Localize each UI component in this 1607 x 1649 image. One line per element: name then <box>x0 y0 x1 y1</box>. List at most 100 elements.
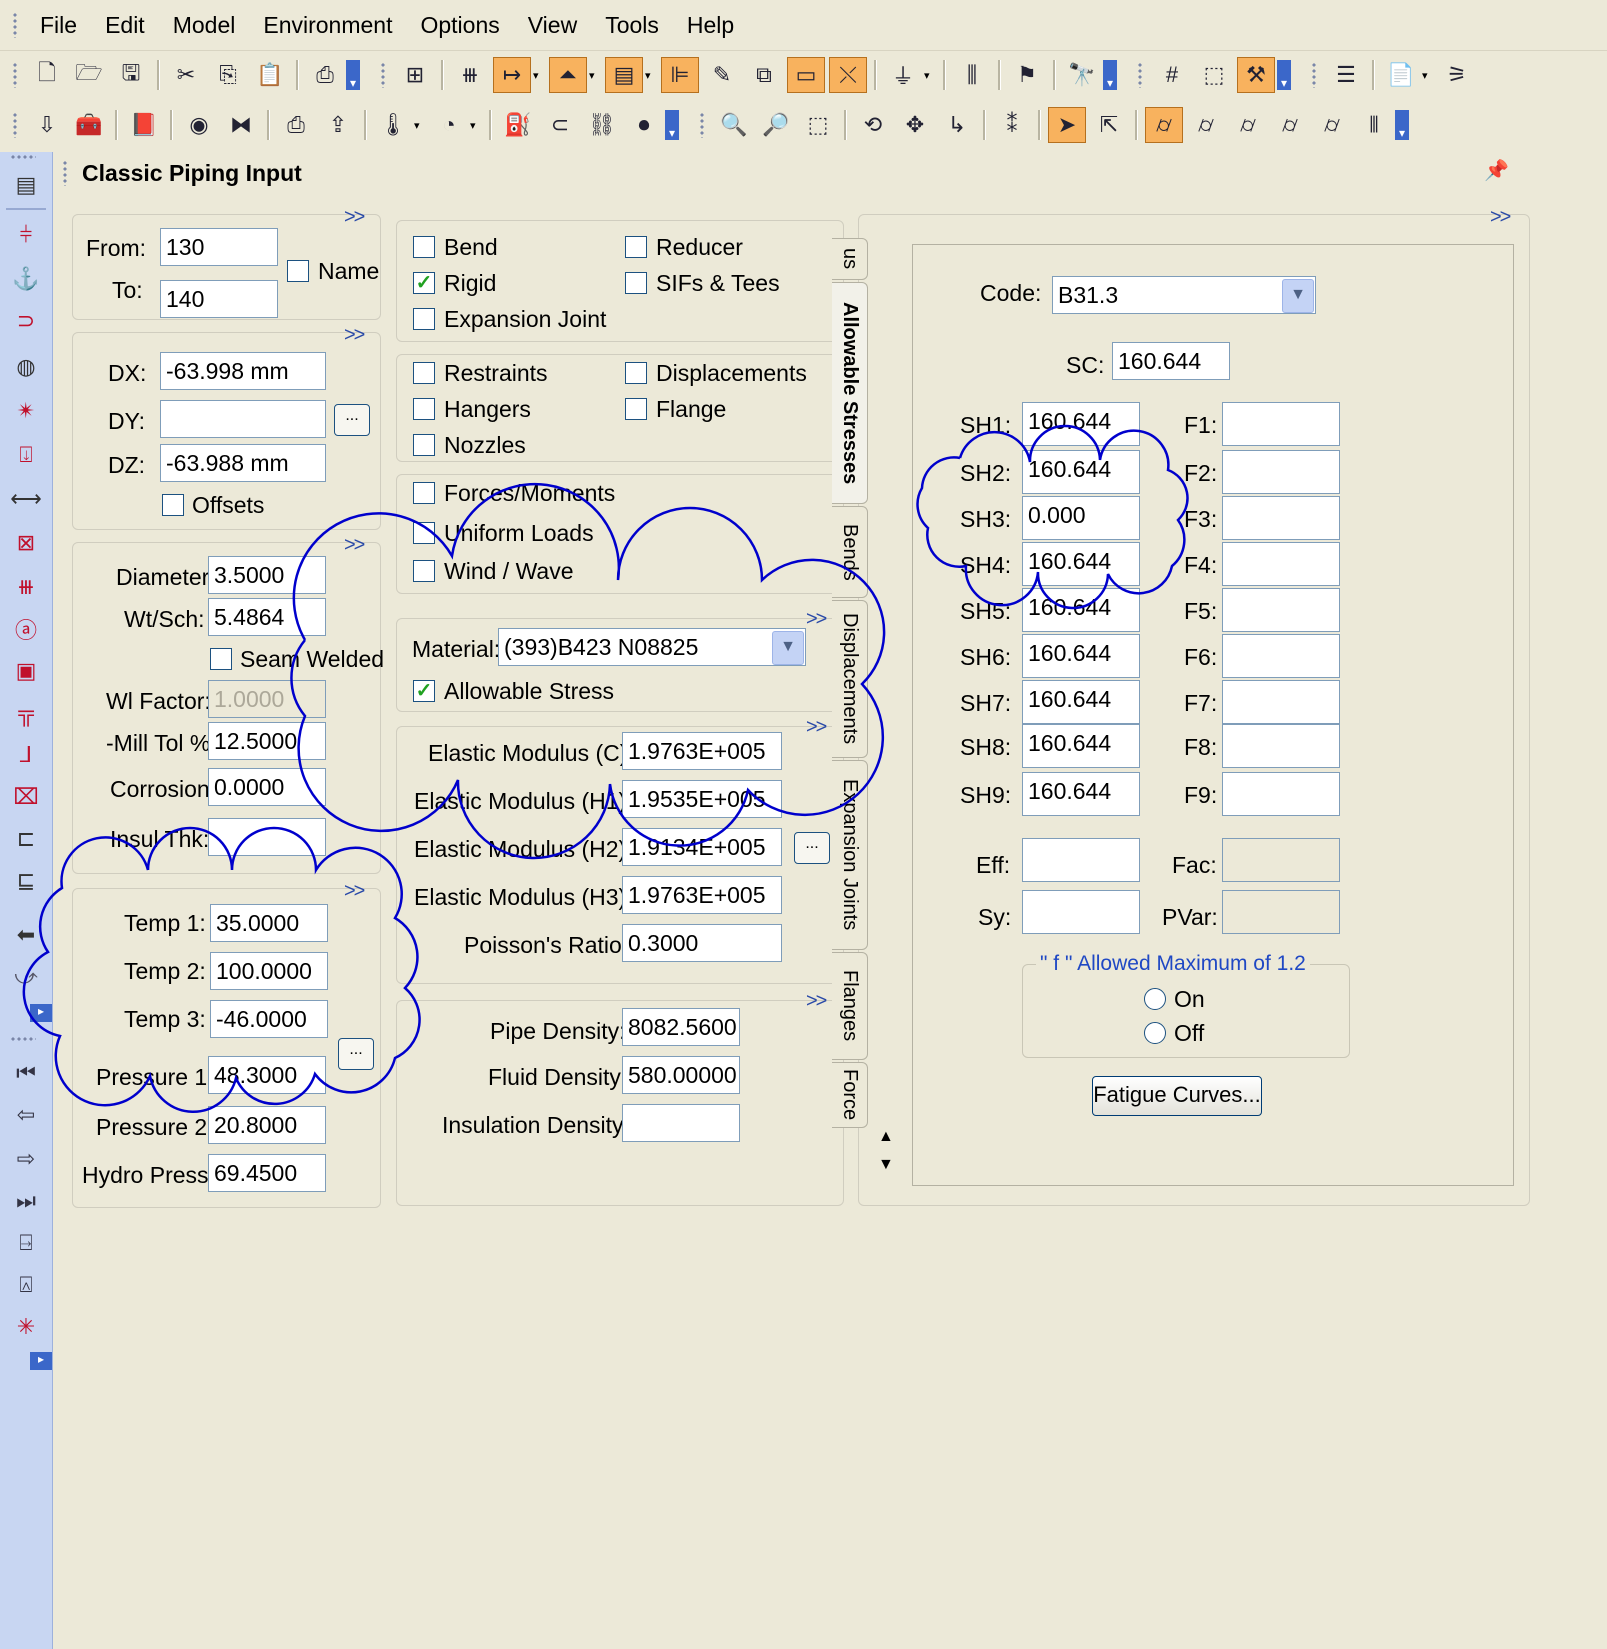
tab-displacements[interactable]: Displacements <box>832 600 868 758</box>
valve-icon[interactable]: ⧓ <box>222 107 260 143</box>
camera-icon[interactable]: ⏺ <box>625 107 663 143</box>
sh-input[interactable]: 160.644 <box>1022 402 1140 446</box>
globe-icon[interactable]: ◍ <box>8 350 44 384</box>
toolbar-grip[interactable] <box>699 112 705 138</box>
toolbar-grip[interactable] <box>12 62 18 88</box>
expansion-joint-icon[interactable]: ⧻ <box>451 57 489 93</box>
duplicate-element-icon[interactable]: ⍓ <box>8 1268 44 1302</box>
toolbar-overflow-icon[interactable]: ▾ <box>346 60 360 90</box>
toolbar-grip[interactable] <box>1311 62 1317 88</box>
link-icon[interactable]: ⛓ <box>583 107 621 143</box>
cylinder-outline-icon[interactable]: ⌭ <box>1271 107 1309 143</box>
dropdown-arrow-icon[interactable]: ▾ <box>589 60 603 90</box>
sh-input[interactable]: 0.000 <box>1022 496 1140 540</box>
diameter-input[interactable]: 3.5000 <box>208 556 326 594</box>
hash-icon[interactable]: # <box>1153 57 1191 93</box>
thermometer-icon[interactable]: 🌡 <box>374 107 412 143</box>
toolbar-overflow-icon[interactable]: ▾ <box>1395 110 1409 140</box>
f-input[interactable] <box>1222 772 1340 816</box>
node-icon[interactable]: ◉ <box>180 107 218 143</box>
expansion-joint-checkbox[interactable] <box>413 308 435 330</box>
document-icon[interactable]: ▤ <box>8 168 44 202</box>
print-icon[interactable]: ⎙ <box>306 57 344 93</box>
dropdown-arrow-icon[interactable]: ▾ <box>470 110 484 140</box>
fmax-off-radio[interactable] <box>1144 1022 1166 1044</box>
expand-icon[interactable]: >> <box>1490 206 1511 229</box>
list-icon[interactable]: ☰ <box>1327 57 1365 93</box>
tee-icon[interactable]: ╦ <box>8 696 44 730</box>
dropdown-arrow-icon[interactable]: ▾ <box>1422 60 1436 90</box>
toolbar-grip[interactable] <box>1137 62 1143 88</box>
dy-options-button[interactable]: ... <box>334 404 370 436</box>
book-icon[interactable]: 📕 <box>125 107 163 143</box>
mill-tolerance-input[interactable]: 12.5000 <box>208 722 326 760</box>
allowable-stress-checkbox[interactable]: ✓ <box>413 680 435 702</box>
report-icon[interactable]: 📄 <box>1382 57 1420 93</box>
expand-icon[interactable]: >> <box>344 324 365 347</box>
binoculars-icon[interactable]: 🔭 <box>1063 57 1101 93</box>
tab-force[interactable]: Force <box>832 1062 868 1128</box>
gauge-icon[interactable]: ◔ <box>430 107 468 143</box>
sh-input[interactable]: 160.644 <box>1022 542 1140 586</box>
f-input[interactable] <box>1222 496 1340 540</box>
nozzles-checkbox[interactable] <box>413 434 435 456</box>
expansion-icon[interactable]: ⧻ <box>8 570 44 604</box>
last-element-icon[interactable]: ⏭ <box>8 1184 44 1218</box>
elastic-modulus-h2-input[interactable]: 1.9134E+005 <box>622 828 782 866</box>
toolbar-overflow-icon[interactable]: ▸ <box>30 1004 52 1022</box>
forces-moments-checkbox[interactable] <box>413 482 435 504</box>
fatigue-curves-button[interactable]: Fatigue Curves... <box>1092 1076 1262 1116</box>
dropdown-arrow-icon[interactable]: ▾ <box>533 60 547 90</box>
previous-element-icon[interactable]: ⇦ <box>8 1098 44 1132</box>
select-cursor-icon[interactable]: ➤ <box>1048 107 1086 143</box>
cylinder-solid-icon[interactable]: ⌭ <box>1145 107 1183 143</box>
toolbar-grip[interactable] <box>380 62 386 88</box>
f-input[interactable] <box>1222 588 1340 632</box>
footprints-icon[interactable]: ⁑ <box>993 107 1031 143</box>
node-10-icon[interactable]: ⍗ <box>8 438 44 472</box>
column-icon[interactable]: ⫼ <box>953 57 991 93</box>
toolbar-grip[interactable] <box>10 154 36 160</box>
zoom-in-icon[interactable]: 🔍 <box>715 107 753 143</box>
expand-icon[interactable]: >> <box>344 880 365 903</box>
f-input[interactable] <box>1222 402 1340 446</box>
sh-input[interactable]: 160.644 <box>1022 634 1140 678</box>
cylinder-hidden-icon[interactable]: ⌭ <box>1229 107 1267 143</box>
expand-icon[interactable]: >> <box>344 534 365 557</box>
elastic-modulus-h1-input[interactable]: 1.9535E+005 <box>622 780 782 818</box>
menu-tools[interactable]: Tools <box>591 12 673 39</box>
chevron-down-icon[interactable]: ▼ <box>1282 279 1314 313</box>
seam-welded-checkbox[interactable] <box>210 648 232 670</box>
export-icon[interactable]: ⇪ <box>319 107 357 143</box>
toolbar-grip[interactable] <box>12 12 18 38</box>
printer-icon[interactable]: ⎙ <box>277 107 315 143</box>
pressure2-input[interactable]: 20.8000 <box>208 1106 326 1144</box>
wall-thickness-input[interactable]: 5.4864 <box>208 598 326 636</box>
copy-icon[interactable]: ⎘ <box>209 57 247 93</box>
tower-icon[interactable]: ⚞ <box>1438 57 1476 93</box>
frame-icon[interactable]: ▣ <box>8 654 44 688</box>
dimension-icon[interactable]: ⟷ <box>8 482 44 516</box>
temps-options-button[interactable]: ... <box>338 1038 374 1070</box>
menu-options[interactable]: Options <box>406 12 513 39</box>
sc-input[interactable]: 160.644 <box>1112 342 1230 380</box>
menu-file[interactable]: File <box>26 12 91 39</box>
import-icon[interactable]: ⇩ <box>28 107 66 143</box>
toolbox-icon[interactable]: 🧰 <box>70 107 108 143</box>
walk-icon[interactable]: ↳ <box>938 107 976 143</box>
menu-help[interactable]: Help <box>673 12 748 39</box>
f-input[interactable] <box>1222 542 1340 586</box>
zoom-out-icon[interactable]: 🔎 <box>757 107 795 143</box>
elastic-modulus-c-input[interactable]: 1.9763E+005 <box>622 732 782 770</box>
expand-icon[interactable]: >> <box>806 990 827 1013</box>
pipe-density-input[interactable]: 8082.5600 <box>622 1008 740 1046</box>
pressure1-input[interactable]: 48.3000 <box>208 1056 326 1094</box>
dropdown-arrow-icon[interactable]: ▾ <box>414 110 428 140</box>
rotate-icon[interactable]: ⟲ <box>854 107 892 143</box>
panel-grip[interactable] <box>62 160 68 186</box>
flag-icon[interactable]: ⚑ <box>1008 57 1046 93</box>
window-icon[interactable]: ▭ <box>787 57 825 93</box>
sh-input[interactable]: 160.644 <box>1022 680 1140 724</box>
undo-icon[interactable]: ⬅ <box>8 918 44 952</box>
pin-icon[interactable]: 📌 <box>1484 158 1509 183</box>
